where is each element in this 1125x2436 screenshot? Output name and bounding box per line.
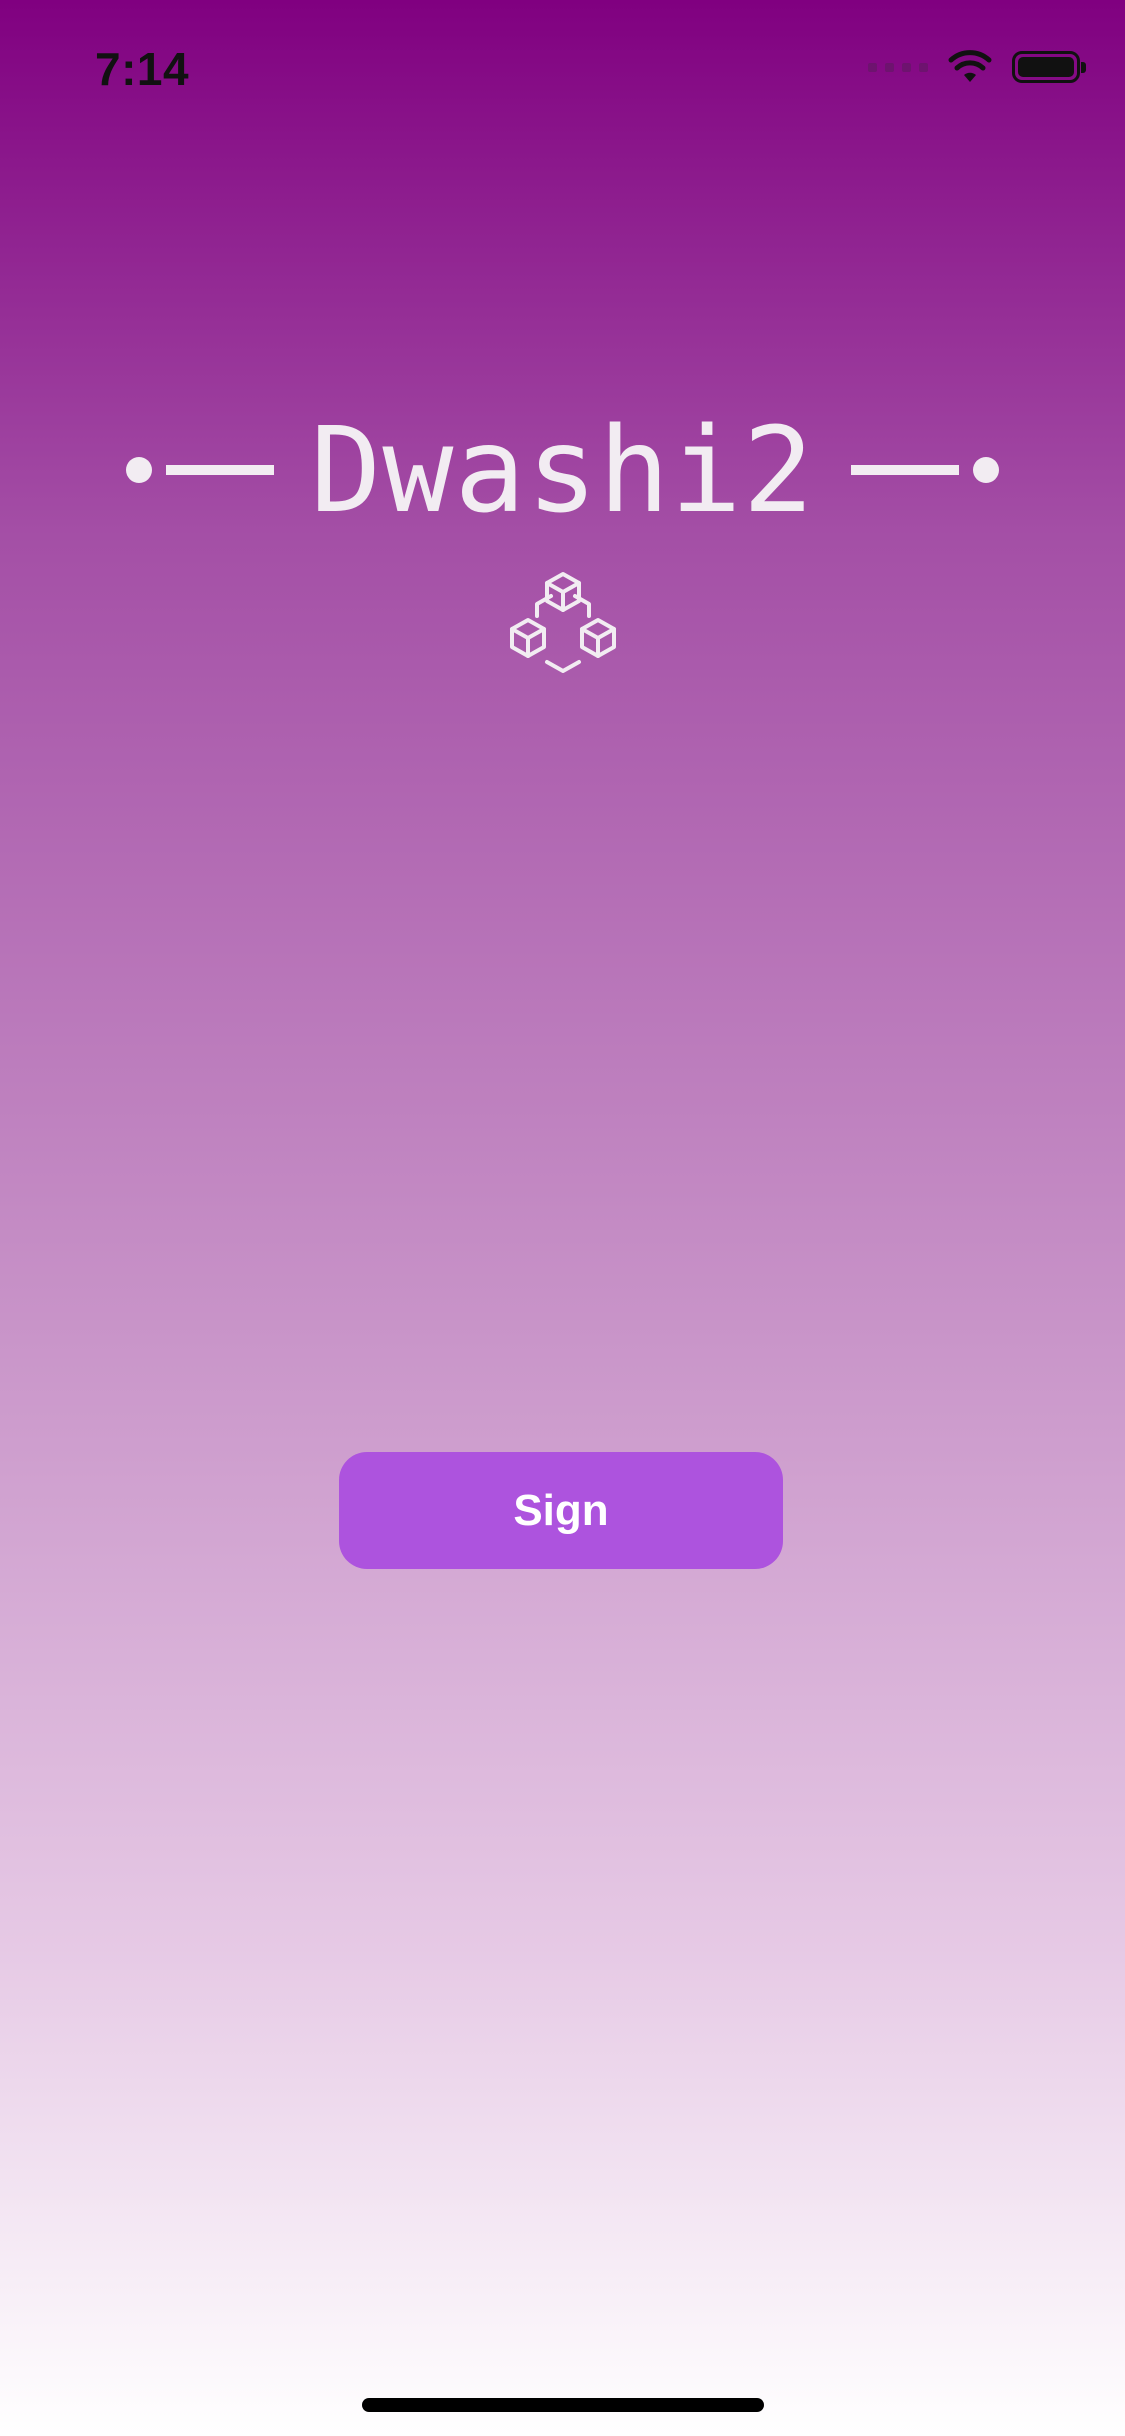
title-decoration-right xyxy=(850,457,999,483)
signal-icon xyxy=(868,62,928,72)
home-indicator[interactable] xyxy=(362,2398,764,2412)
cubes-icon xyxy=(510,572,616,673)
app-title: Dwashi2 xyxy=(310,401,815,539)
title-decoration-left xyxy=(126,457,275,483)
wifi-icon xyxy=(948,50,992,84)
title-row: Dwashi2 xyxy=(0,395,1125,545)
battery-icon xyxy=(1012,51,1086,83)
status-bar: 7:14 xyxy=(0,0,1125,140)
status-icons xyxy=(868,50,1086,84)
battery-level xyxy=(1018,57,1074,77)
sign-button[interactable]: Sign xyxy=(339,1452,783,1569)
status-time: 7:14 xyxy=(95,43,190,95)
